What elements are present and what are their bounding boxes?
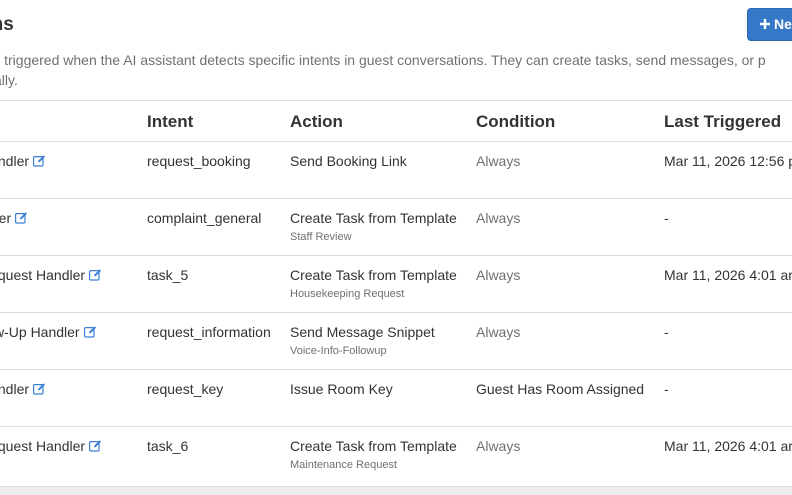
action-label: Issue Room Key: [290, 381, 393, 397]
intent-cell: task_5: [147, 267, 189, 283]
action-template: Staff Review: [290, 231, 352, 243]
automation-name-cell: ndler e: [0, 210, 28, 243]
condition-cell: Always: [476, 267, 521, 283]
last-triggered-cell: -: [664, 324, 669, 340]
automation-name-cell: Request Handler e: [0, 267, 102, 300]
action-template: Housekeeping Request: [290, 288, 405, 300]
action-cell: Issue Room Key: [290, 381, 393, 402]
automation-name[interactable]: Handler: [0, 381, 29, 397]
intent-cell: request_booking: [147, 153, 251, 169]
action-cell: Send Message Snippet Voice-Info-Followup: [290, 324, 435, 357]
page-description: are triggered when the AI assistant dete…: [0, 50, 792, 90]
action-label: Send Message Snippet: [290, 324, 435, 340]
condition-cell: Always: [476, 153, 521, 169]
automation-name-sub: e: [0, 459, 102, 471]
action-cell: Send Booking Link: [290, 153, 407, 174]
automation-name[interactable]: llow-Up Handler: [0, 324, 80, 340]
action-label: Create Task from Template: [290, 210, 457, 226]
description-line-2: tically.: [0, 72, 18, 88]
automation-name-sub: e: [0, 174, 46, 186]
automation-name[interactable]: Handler: [0, 153, 29, 169]
action-label: Create Task from Template: [290, 267, 457, 283]
plus-icon: [760, 9, 770, 40]
table-header: Intent Action Condition Last Triggered: [0, 101, 792, 142]
header-action[interactable]: Action: [290, 112, 343, 132]
edit-icon[interactable]: [89, 439, 102, 452]
edit-icon[interactable]: [83, 325, 97, 338]
condition-cell: Always: [476, 438, 521, 454]
edit-icon[interactable]: [33, 382, 46, 395]
header-last-triggered[interactable]: Last Triggered: [664, 112, 781, 132]
table-row[interactable]: Request Handler e task_6 Create Task fro…: [0, 427, 792, 483]
automation-name-cell: llow-Up Handler e: [0, 324, 97, 357]
edit-icon[interactable]: [89, 268, 102, 281]
last-triggered-cell: -: [664, 210, 669, 226]
automations-panel: ons Ne are triggered when the AI assista…: [0, 0, 792, 487]
condition-cell: Always: [476, 324, 521, 340]
intent-cell: request_key: [147, 381, 224, 397]
last-triggered-cell: Mar 11, 2026 12:56 p: [664, 153, 792, 169]
condition-cell: Always: [476, 210, 521, 226]
action-cell: Create Task from Template Staff Review: [290, 210, 457, 243]
automation-name-sub: e: [0, 288, 102, 300]
automation-name-sub: e: [0, 231, 28, 243]
automations-table: Intent Action Condition Last Triggered H…: [0, 100, 792, 483]
edit-icon[interactable]: [33, 154, 46, 167]
table-row[interactable]: Request Handler e task_5 Create Task fro…: [0, 256, 792, 313]
page-title: ons: [0, 14, 14, 35]
intent-cell: request_information: [147, 324, 271, 340]
edit-icon[interactable]: [15, 211, 28, 224]
automation-name-cell: Handler e: [0, 153, 46, 186]
automation-name-sub: e: [0, 402, 46, 414]
automation-name-sub: e: [0, 345, 97, 357]
table-row[interactable]: Handler e request_key Issue Room Key Gue…: [0, 370, 792, 427]
action-label: Create Task from Template: [290, 438, 457, 454]
automation-name[interactable]: Request Handler: [0, 267, 85, 283]
header-condition[interactable]: Condition: [476, 112, 555, 132]
action-template: Voice-Info-Followup: [290, 345, 387, 357]
action-cell: Create Task from Template Maintenance Re…: [290, 438, 457, 471]
action-cell: Create Task from Template Housekeeping R…: [290, 267, 457, 300]
table-row[interactable]: llow-Up Handler e request_information Se…: [0, 313, 792, 370]
header-intent[interactable]: Intent: [147, 112, 193, 132]
automation-name-cell: Request Handler e: [0, 438, 102, 471]
table-row[interactable]: ndler e complaint_general Create Task fr…: [0, 199, 792, 256]
table-body: Handler e request_booking Send Booking L…: [0, 142, 792, 483]
automation-name[interactable]: ndler: [0, 210, 11, 226]
automation-name[interactable]: Request Handler: [0, 438, 85, 454]
intent-cell: complaint_general: [147, 210, 262, 226]
description-line-1: are triggered when the AI assistant dete…: [0, 52, 766, 68]
automation-name-cell: Handler e: [0, 381, 46, 414]
last-triggered-cell: -: [664, 381, 669, 397]
last-triggered-cell: Mar 11, 2026 4:01 ar: [664, 438, 792, 454]
new-button-label: Ne: [774, 16, 792, 32]
new-automation-button[interactable]: Ne: [747, 8, 792, 41]
viewport: ons Ne are triggered when the AI assista…: [0, 0, 792, 495]
condition-cell: Guest Has Room Assigned: [476, 381, 645, 397]
intent-cell: task_6: [147, 438, 189, 454]
action-label: Send Booking Link: [290, 153, 407, 169]
action-template: Maintenance Request: [290, 459, 398, 471]
last-triggered-cell: Mar 11, 2026 4:01 ar: [664, 267, 792, 283]
table-row[interactable]: Handler e request_booking Send Booking L…: [0, 142, 792, 199]
